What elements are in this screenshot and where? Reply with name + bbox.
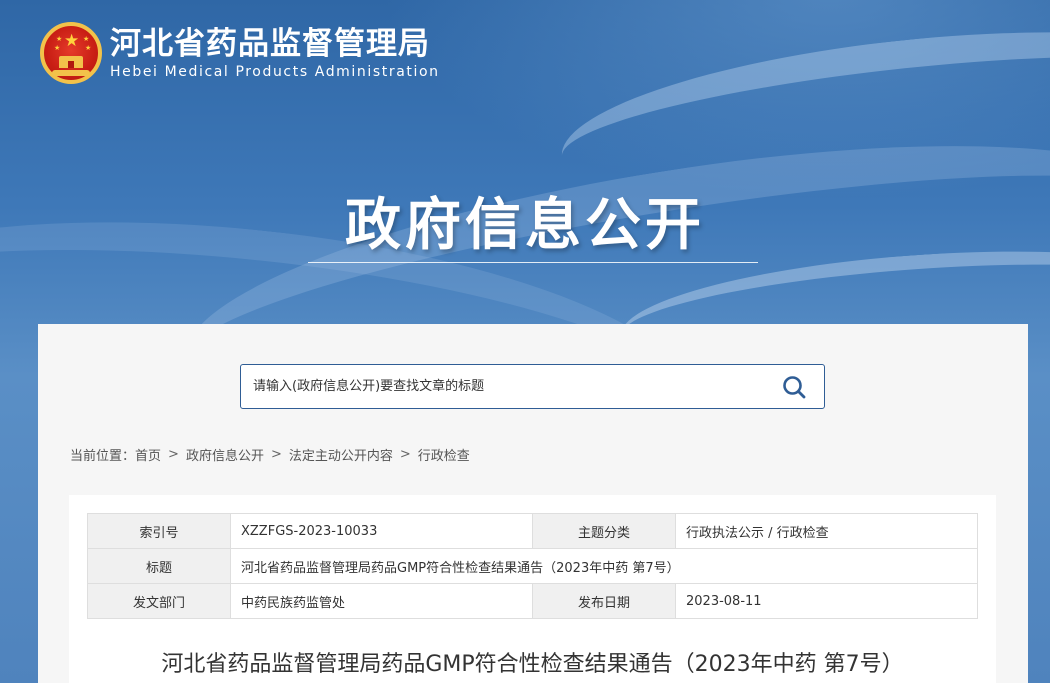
breadcrumb-gov-info[interactable]: 政府信息公开 [186, 445, 264, 464]
dept-label: 发文部门 [87, 583, 231, 619]
table-row: 发文部门 中药民族药监管处 发布日期 2023-08-11 [87, 583, 978, 619]
breadcrumb-inspection[interactable]: 行政检查 [418, 445, 470, 464]
national-emblem-icon: ★ ★ ★ ★ ★ [40, 22, 102, 84]
document-title: 河北省药品监督管理局药品GMP符合性检查结果通告（2023年中药 第7号） [161, 652, 904, 677]
breadcrumb-separator: > [399, 447, 411, 462]
breadcrumb: 当前位置： 首页 > 政府信息公开 > 法定主动公开内容 > 行政检查 [70, 445, 470, 464]
org-name-cn: 河北省药品监督管理局 [110, 26, 430, 62]
topic-value: 行政执法公示 / 行政检查 [675, 513, 978, 549]
main-panel: 当前位置： 首页 > 政府信息公开 > 法定主动公开内容 > 行政检查 索引号 … [38, 324, 1028, 683]
metadata-table: 索引号 XZZFGS-2023-10033 主题分类 行政执法公示 / 行政检查… [87, 513, 978, 619]
search-button[interactable] [764, 365, 824, 408]
table-row: 标题 河北省药品监督管理局药品GMP符合性检查结果通告（2023年中药 第7号） [87, 548, 978, 584]
breadcrumb-label: 当前位置： [70, 449, 136, 464]
index-label: 索引号 [87, 513, 231, 549]
table-row: 索引号 XZZFGS-2023-10033 主题分类 行政执法公示 / 行政检查 [87, 513, 978, 549]
site-logo[interactable]: ★ ★ ★ ★ ★ 河北省药品监督管理局 Hebei Medical Produ… [40, 22, 440, 84]
dept-value: 中药民族药监管处 [230, 583, 533, 619]
hero-divider [308, 262, 758, 263]
search-bar [240, 364, 825, 409]
article-content: 索引号 XZZFGS-2023-10033 主题分类 行政执法公示 / 行政检查… [69, 495, 996, 683]
search-input[interactable] [241, 365, 764, 408]
date-value: 2023-08-11 [675, 583, 978, 619]
logo-text: 河北省药品监督管理局 Hebei Medical Products Admini… [110, 25, 440, 81]
topic-label: 主题分类 [532, 513, 676, 549]
breadcrumb-separator: > [270, 447, 282, 462]
title-value: 河北省药品监督管理局药品GMP符合性检查结果通告（2023年中药 第7号） [230, 548, 978, 584]
breadcrumb-home[interactable]: 首页 [135, 445, 161, 464]
index-value: XZZFGS-2023-10033 [230, 513, 533, 549]
search-icon [783, 375, 806, 398]
hero-title: 政府信息公开 [345, 193, 705, 258]
date-label: 发布日期 [532, 583, 676, 619]
org-name-en: Hebei Medical Products Administration [110, 64, 440, 80]
breadcrumb-separator: > [168, 447, 179, 462]
title-label: 标题 [87, 548, 231, 584]
breadcrumb-statutory[interactable]: 法定主动公开内容 [289, 445, 393, 464]
